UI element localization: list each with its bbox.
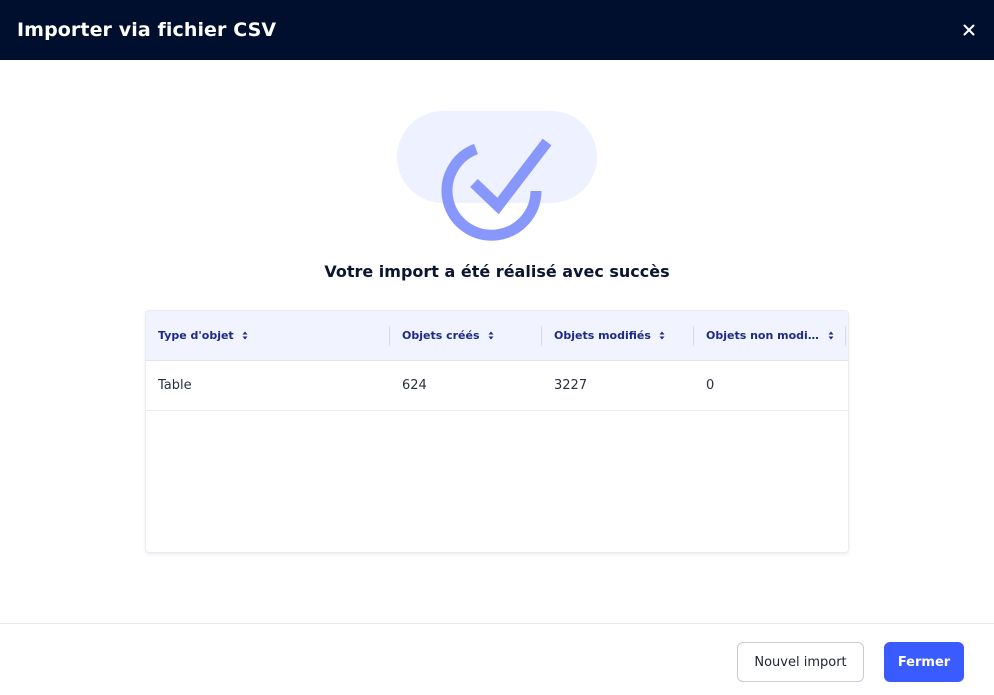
- modal-title: Importer via fichier CSV: [17, 19, 277, 41]
- column-label: Objets non modifiés: [706, 329, 822, 342]
- footer-divider: [0, 623, 994, 624]
- sort-icon[interactable]: [659, 331, 665, 340]
- check-circle-icon: [397, 111, 597, 241]
- close-dialog-button[interactable]: Fermer: [884, 642, 964, 682]
- column-label: Objets modifiés: [554, 329, 651, 342]
- import-results-table: Type d'objet Objets créés Objets modifié…: [146, 311, 848, 552]
- cell-modified: 3227: [554, 378, 588, 393]
- sort-icon[interactable]: [828, 331, 834, 340]
- close-icon: [963, 24, 975, 36]
- column-header-modified[interactable]: Objets modifiés: [542, 311, 694, 360]
- table-row: Table 624 3227 0: [146, 361, 848, 411]
- column-label: Objets créés: [402, 329, 480, 342]
- column-header-object-type[interactable]: Type d'objet: [146, 311, 390, 360]
- column-header-created[interactable]: Objets créés: [390, 311, 542, 360]
- modal-header: Importer via fichier CSV: [0, 0, 994, 60]
- close-button[interactable]: [960, 21, 978, 39]
- table-header: Type d'objet Objets créés Objets modifié…: [146, 311, 848, 361]
- cell-created: 624: [402, 378, 427, 393]
- column-divider: [845, 326, 846, 346]
- column-header-unmodified[interactable]: Objets non modifiés: [694, 311, 846, 360]
- cell-object-type: Table: [158, 378, 192, 393]
- cell-unmodified: 0: [706, 378, 715, 393]
- new-import-button[interactable]: Nouvel import: [737, 642, 864, 682]
- success-message: Votre import a été réalisé avec succès: [324, 262, 670, 281]
- column-label: Type d'objet: [158, 329, 234, 342]
- sort-icon[interactable]: [488, 331, 494, 340]
- sort-icon[interactable]: [242, 331, 248, 340]
